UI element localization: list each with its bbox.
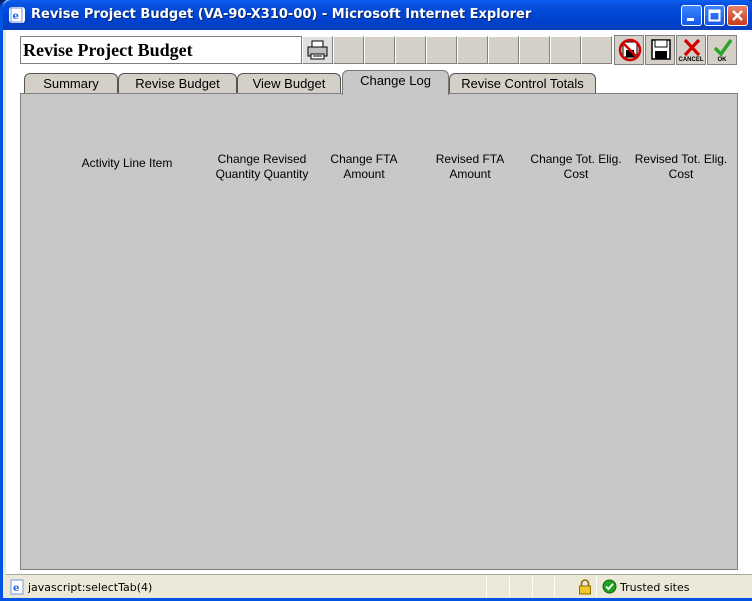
status-divider xyxy=(532,577,533,597)
toolbar-blank-button xyxy=(550,36,581,64)
toolbar-blank-button xyxy=(395,36,426,64)
security-zone-label: Trusted sites xyxy=(620,581,690,594)
tab-revise-budget[interactable]: Revise Budget xyxy=(118,73,237,94)
page-content: Revise Project Budget CANCEL OK Summary … xyxy=(6,30,752,574)
column-header-line: Amount xyxy=(343,167,385,181)
ok-button[interactable]: OK xyxy=(707,35,737,65)
ie-page-icon: e xyxy=(9,7,25,23)
close-window-button[interactable] xyxy=(727,5,748,26)
red-x-icon xyxy=(683,38,701,57)
tab-bar: Summary Revise Budget View Budget Change… xyxy=(20,70,740,95)
toolbar-blank-button xyxy=(519,36,550,64)
floppy-disk-icon xyxy=(651,39,671,60)
action-buttons: CANCEL OK xyxy=(614,35,737,65)
toolbar-blank-button xyxy=(488,36,519,64)
page-title: Revise Project Budget xyxy=(23,40,193,60)
window-title: Revise Project Budget (VA-90-X310-00) - … xyxy=(31,7,532,22)
tab-revise-control-totals[interactable]: Revise Control Totals xyxy=(449,73,596,94)
toolbar-blank-button xyxy=(426,36,457,64)
tab-change-log[interactable]: Change Log xyxy=(342,70,449,95)
toolbar-blank-button xyxy=(457,36,488,64)
svg-text:e: e xyxy=(13,583,19,594)
no-save-icon xyxy=(618,38,642,62)
column-header-line: Change Revised xyxy=(217,152,307,166)
status-divider xyxy=(509,577,510,597)
column-header-change-fta-amount: Change FTA Amount xyxy=(318,152,410,182)
save-button[interactable] xyxy=(645,35,675,65)
column-header-revised-fta-amount: Revised FTA Amount xyxy=(421,152,519,182)
column-header-line: Change Tot. Elig. xyxy=(530,152,622,166)
column-header-activity-line-item: Activity Line Item xyxy=(67,156,187,171)
status-divider xyxy=(554,577,555,597)
tab-view-budget[interactable]: View Budget xyxy=(237,73,341,94)
change-log-panel: Activity Line Item Change Revised Quanti… xyxy=(20,93,738,570)
status-divider xyxy=(596,577,597,597)
column-header-change-tot-elig-cost: Change Tot. Elig. Cost xyxy=(521,152,631,182)
title-bar[interactable]: e Revise Project Budget (VA-90-X310-00) … xyxy=(3,0,752,30)
toolbar-blank-button xyxy=(364,36,395,64)
budget-toolbar: Revise Project Budget CANCEL OK xyxy=(20,34,738,66)
trusted-sites-check-icon xyxy=(602,579,617,597)
column-header-line: Change FTA xyxy=(330,152,398,166)
cancel-button[interactable]: CANCEL xyxy=(676,35,706,65)
page-title-box: Revise Project Budget xyxy=(20,36,302,64)
column-header-line: Revised Tot. Elig. xyxy=(634,152,728,166)
cancel-caption: CANCEL xyxy=(678,57,704,63)
status-text: javascript:selectTab(4) xyxy=(28,581,153,594)
padlock-icon xyxy=(578,579,592,598)
maximize-button[interactable] xyxy=(704,5,725,26)
column-header-line: Quantity Quantity xyxy=(215,167,309,181)
no-save-button[interactable] xyxy=(614,35,644,65)
column-header-line: Activity Line Item xyxy=(81,156,173,170)
status-divider xyxy=(486,577,487,597)
printer-icon xyxy=(307,40,328,60)
ie-page-icon: e xyxy=(10,579,26,598)
toolbar-blank-button xyxy=(581,36,612,64)
svg-text:e: e xyxy=(13,11,19,22)
column-header-line: Revised FTA xyxy=(435,152,505,166)
column-header-revised-tot-elig-cost: Revised Tot. Elig. Cost xyxy=(627,152,735,182)
column-header-line: Cost xyxy=(563,167,589,181)
browser-window: e Revise Project Budget (VA-90-X310-00) … xyxy=(0,0,752,601)
minimize-button[interactable] xyxy=(681,5,702,26)
column-header-line: Cost xyxy=(668,167,694,181)
toolbar-blank-button xyxy=(333,36,364,64)
status-bar: e javascript:selectTab(4) Trusted sites xyxy=(6,574,752,598)
toolbar-strip xyxy=(302,36,614,64)
column-header-line: Amount xyxy=(449,167,491,181)
tab-summary[interactable]: Summary xyxy=(24,73,118,94)
column-header-change-revised-quantity: Change Revised Quantity Quantity xyxy=(207,152,317,182)
ok-caption: OK xyxy=(717,57,727,63)
green-check-icon xyxy=(713,38,733,57)
print-button[interactable] xyxy=(302,36,333,64)
